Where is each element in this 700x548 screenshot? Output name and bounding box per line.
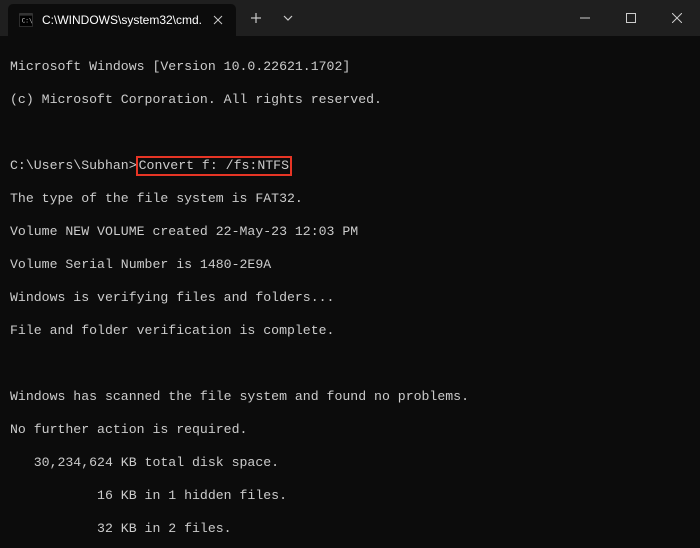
output-line: Windows has scanned the file system and …	[10, 389, 690, 406]
blank-line	[10, 125, 690, 142]
output-line: Windows is verifying files and folders..…	[10, 290, 690, 307]
output-line: (c) Microsoft Corporation. All rights re…	[10, 92, 690, 109]
close-button[interactable]	[654, 0, 700, 36]
output-line: Volume NEW VOLUME created 22-May-23 12:0…	[10, 224, 690, 241]
prompt-path: C:\Users\Subhan>	[10, 158, 137, 175]
window-titlebar: C:\ C:\WINDOWS\system32\cmd.	[0, 0, 700, 36]
tab-title: C:\WINDOWS\system32\cmd.	[42, 13, 202, 27]
output-line: 30,234,624 KB total disk space.	[10, 455, 690, 472]
highlighted-command: Convert f: /fs:NTFS	[136, 156, 292, 177]
blank-line	[10, 356, 690, 373]
terminal-output[interactable]: Microsoft Windows [Version 10.0.22621.17…	[0, 36, 700, 548]
output-line: No further action is required.	[10, 422, 690, 439]
output-line: Microsoft Windows [Version 10.0.22621.17…	[10, 59, 690, 76]
output-line: 16 KB in 1 hidden files.	[10, 488, 690, 505]
cmd-icon: C:\	[18, 12, 34, 28]
tab-dropdown-button[interactable]	[272, 2, 304, 34]
tab-close-button[interactable]	[210, 12, 226, 28]
output-line: Volume Serial Number is 1480-2E9A	[10, 257, 690, 274]
svg-text:C:\: C:\	[22, 18, 33, 25]
output-line: The type of the file system is FAT32.	[10, 191, 690, 208]
window-controls	[562, 0, 700, 36]
maximize-button[interactable]	[608, 0, 654, 36]
terminal-tab[interactable]: C:\ C:\WINDOWS\system32\cmd.	[8, 4, 236, 36]
output-line: 32 KB in 2 files.	[10, 521, 690, 538]
new-tab-button[interactable]	[240, 2, 272, 34]
output-line: File and folder verification is complete…	[10, 323, 690, 340]
minimize-button[interactable]	[562, 0, 608, 36]
tab-actions	[240, 2, 304, 34]
command-line: C:\Users\Subhan>Convert f: /fs:NTFS	[10, 158, 690, 175]
